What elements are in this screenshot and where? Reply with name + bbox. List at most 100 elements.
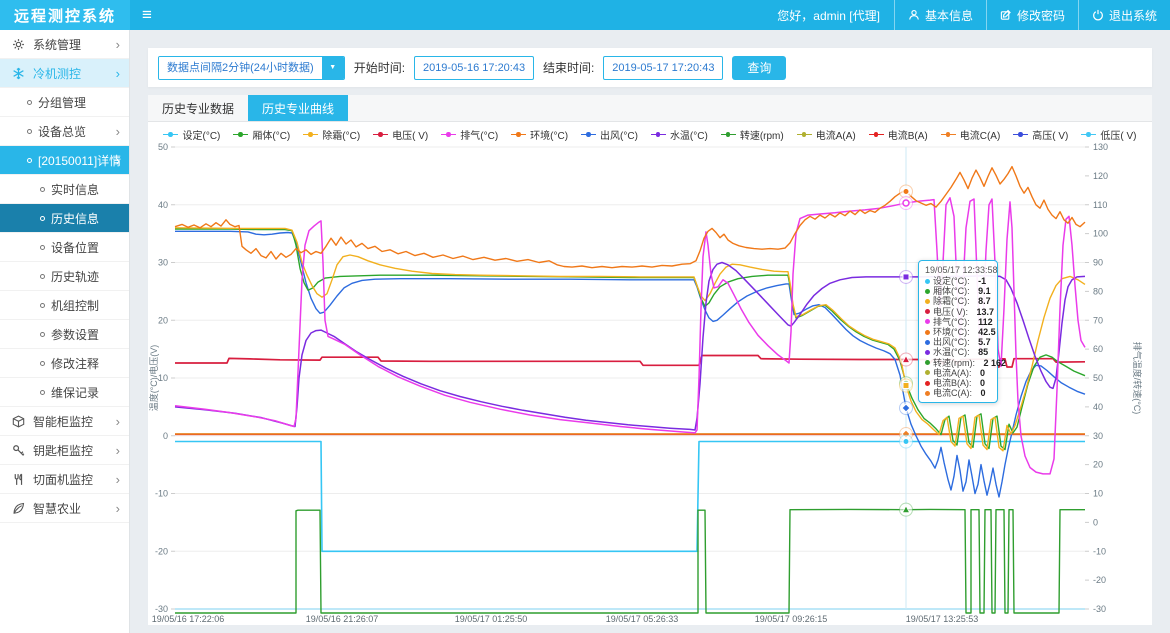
bullet-icon <box>40 187 45 192</box>
legend-item[interactable]: 设定(°C) <box>163 127 220 142</box>
svg-text:50: 50 <box>1093 373 1103 383</box>
app-title: 远程测控系统 <box>0 0 130 30</box>
legend-label: 设定(°C) <box>182 127 220 142</box>
legend-line-dot-icon <box>651 131 666 138</box>
sidebar-item-maintenance-record[interactable]: 维保记录 <box>0 378 129 407</box>
user-icon <box>908 9 920 21</box>
legend-item[interactable]: 转速(rpm) <box>721 127 784 142</box>
power-icon <box>1092 9 1104 21</box>
sidebar-item-history-track[interactable]: 历史轨迹 <box>0 262 129 291</box>
chevron-down-icon[interactable]: ▼ <box>322 57 344 79</box>
snowflake-icon <box>12 67 26 80</box>
legend-label: 排气(°C) <box>460 127 498 142</box>
legend-item[interactable]: 电压( V) <box>373 127 428 142</box>
svg-text:19/05/16 17:22:06: 19/05/16 17:22:06 <box>152 614 225 624</box>
sidebar-item-device-overview[interactable]: 设备总览› <box>0 117 129 146</box>
tooltip-row: 转速(rpm): 2 162 <box>925 358 991 368</box>
legend-line-dot-icon <box>941 131 956 138</box>
tooltip-row: 出风(°C): 5.7 <box>925 337 991 347</box>
sidebar-item-smart-agriculture[interactable]: 智慧农业› <box>0 494 129 523</box>
sidebar-item-slicer-monitor[interactable]: 切面机监控› <box>0 465 129 494</box>
legend-line-dot-icon <box>1013 131 1028 138</box>
legend-item[interactable]: 除霜(°C) <box>303 127 360 142</box>
legend-item[interactable]: 水温(°C) <box>651 127 708 142</box>
sidebar-item-cooler-monitor[interactable]: 冷机测控› <box>0 59 129 88</box>
sidebar-item-realtime-info[interactable]: 实时信息 <box>0 175 129 204</box>
svg-text:-10: -10 <box>155 489 168 499</box>
sidebar-item-system-mgmt[interactable]: 系统管理 › <box>0 30 129 59</box>
tooltip-row: 电流B(A): 0 <box>925 378 991 388</box>
sidebar-item-unit-control[interactable]: 机组控制 <box>0 291 129 320</box>
sidebar-item-key-cabinet[interactable]: 钥匙柜监控› <box>0 436 129 465</box>
svg-text:10: 10 <box>158 373 168 383</box>
main-content: 数据点间隔2分钟(24小时数据) ▼ 开始时间: 结束时间: 查询 历史专业数据… <box>130 30 1170 633</box>
legend-line-dot-icon <box>303 131 318 138</box>
interval-select[interactable]: 数据点间隔2分钟(24小时数据) ▼ <box>158 56 345 80</box>
sidebar-item-label: 智能柜监控 <box>33 413 93 430</box>
svg-text:60: 60 <box>1093 344 1103 354</box>
tab-label: 历史专业曲线 <box>262 100 334 117</box>
line-chart[interactable]: 50403020100-10-20-3013012011010090807060… <box>148 122 1152 625</box>
chevron-right-icon: › <box>116 473 120 486</box>
svg-text:19/05/16 21:26:07: 19/05/16 21:26:07 <box>306 614 379 624</box>
hamburger-menu-icon[interactable]: ≡ <box>130 0 164 30</box>
sidebar: 系统管理 › 冷机测控›分组管理设备总览›[20150011]详情›实时信息历史信息… <box>0 30 130 633</box>
start-time-input[interactable] <box>414 56 534 80</box>
svg-text:10: 10 <box>1093 489 1103 499</box>
tooltip-row: 电流C(A): 0 <box>925 388 991 398</box>
tab-history-curve[interactable]: 历史专业曲线 <box>248 95 348 121</box>
legend-item[interactable]: 环境(°C) <box>511 127 568 142</box>
header-menu-label: 修改密码 <box>1017 7 1065 24</box>
legend-item[interactable]: 出风(°C) <box>581 127 638 142</box>
svg-text:温度(°C)/电压(V): 温度(°C)/电压(V) <box>148 345 159 412</box>
sidebar-item-label: 设备位置 <box>51 239 99 256</box>
svg-text:50: 50 <box>158 142 168 152</box>
legend-label: 电流C(A) <box>960 127 1001 142</box>
svg-text:-20: -20 <box>1093 575 1106 585</box>
chevron-right-icon: › <box>116 444 120 457</box>
header-menu-basic-info[interactable]: 基本信息 <box>894 0 986 30</box>
bullet-icon <box>27 158 32 163</box>
leaf-icon <box>12 502 26 515</box>
chevron-right-icon: › <box>116 125 120 138</box>
legend-line-dot-icon <box>1081 131 1096 138</box>
tooltip-row: 除霜(°C): 8.7 <box>925 296 991 306</box>
query-button[interactable]: 查询 <box>732 56 786 80</box>
cube-icon <box>12 415 26 428</box>
legend-line-dot-icon <box>511 131 526 138</box>
bullet-icon <box>40 303 45 308</box>
legend-item[interactable]: 电流B(A) <box>869 127 928 142</box>
sidebar-item-label: 系统管理 <box>33 36 81 53</box>
gear-icon <box>12 38 26 51</box>
svg-text:0: 0 <box>1093 517 1098 527</box>
sidebar-item-label: 机组控制 <box>51 297 99 314</box>
header-menu-change-password[interactable]: 修改密码 <box>986 0 1078 30</box>
legend-item[interactable]: 排气(°C) <box>441 127 498 142</box>
sidebar-item-history-info[interactable]: 历史信息 <box>0 204 129 233</box>
bullet-icon <box>27 129 32 134</box>
sidebar-item-smart-cabinet[interactable]: 智能柜监控 › <box>0 407 129 436</box>
chart-legend: 设定(°C) 厢体(°C) 除霜(°C) 电压( V) 排气(°C) 环境(°C) 出风(°… <box>148 125 1152 143</box>
svg-text:-30: -30 <box>155 604 168 614</box>
legend-item[interactable]: 电流C(A) <box>941 127 1001 142</box>
history-panel: 历史专业数据 历史专业曲线 设定(°C) 厢体(°C) 除霜(°C) 电压( V) 排气(… <box>148 95 1152 625</box>
legend-label: 厢体(°C) <box>252 127 290 142</box>
tab-label: 历史专业数据 <box>162 100 234 117</box>
legend-item[interactable]: 电流A(A) <box>797 127 856 142</box>
sidebar-item-edit-remark[interactable]: 修改注释 <box>0 349 129 378</box>
header-menu-logout[interactable]: 退出系统 <box>1078 0 1170 30</box>
legend-item[interactable]: 厢体(°C) <box>233 127 290 142</box>
sidebar-item-device-location[interactable]: 设备位置 <box>0 233 129 262</box>
legend-item[interactable]: 低压( V) <box>1081 127 1136 142</box>
sidebar-item-group-mgmt[interactable]: 分组管理 <box>0 88 129 117</box>
chevron-right-icon: › <box>116 415 120 428</box>
legend-line-dot-icon <box>721 131 736 138</box>
end-time-input[interactable] <box>603 56 723 80</box>
sidebar-item-param-settings[interactable]: 参数设置 <box>0 320 129 349</box>
sidebar-item-device-20150011-detail[interactable]: [20150011]详情› <box>0 146 129 175</box>
tab-history-data[interactable]: 历史专业数据 <box>148 95 248 121</box>
history-chart: 设定(°C) 厢体(°C) 除霜(°C) 电压( V) 排气(°C) 环境(°C) 出风(°… <box>148 122 1152 625</box>
legend-item[interactable]: 高压( V) <box>1013 127 1068 142</box>
chevron-right-icon: › <box>116 38 120 51</box>
svg-text:40: 40 <box>158 200 168 210</box>
